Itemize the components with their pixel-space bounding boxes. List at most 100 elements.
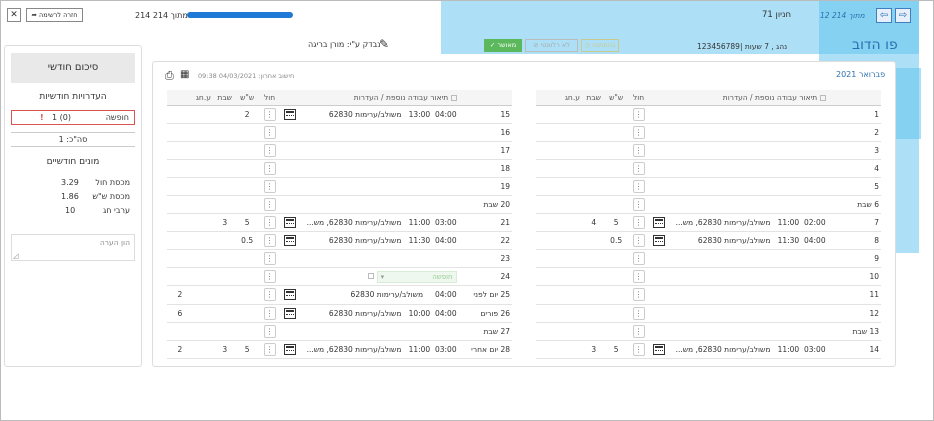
row-menu-button[interactable]: ⋮ [263, 252, 276, 266]
table-row[interactable]: 18 ⋮ [167, 159, 512, 178]
note-field[interactable]: הון הערה ◿ [11, 234, 135, 261]
close-button[interactable]: ✕ [7, 8, 21, 22]
row-hag [167, 213, 193, 233]
header-checkbox[interactable] [819, 94, 826, 101]
table-row[interactable]: 3 ⋮ [536, 141, 881, 160]
row-menu-button[interactable]: ⋮ [263, 216, 276, 230]
row-ss: 4 [583, 213, 605, 233]
calculator-icon[interactable] [283, 217, 296, 229]
vacation-row[interactable]: חופשה 1 (0) ! [11, 110, 135, 125]
table-row[interactable]: 2 ⋮ [536, 123, 881, 142]
row-menu-button[interactable]: ⋮ [263, 342, 276, 356]
next-record-button[interactable]: ⇨ [895, 8, 911, 23]
table-row[interactable]: 14 03:00 11:00 משולב/ערימות 62830, מש...… [536, 340, 881, 359]
row-hol [604, 267, 628, 287]
approve-button[interactable]: ✓ מאושר [484, 39, 522, 52]
row-menu-button[interactable]: ⋮ [632, 179, 645, 193]
row-menu-button[interactable]: ⋮ [263, 270, 276, 284]
row-menu-button[interactable]: ⋮ [263, 125, 276, 139]
not-relevant-button[interactable]: ⊘ לא רלוונטי [525, 39, 578, 52]
row-menu-button[interactable]: ⋮ [263, 198, 276, 212]
table-row[interactable]: 6 שבת ⋮ [536, 195, 881, 215]
calculator-icon[interactable] [652, 235, 665, 247]
calculator-icon[interactable] [283, 108, 296, 120]
row-hol [235, 267, 259, 287]
row-start: 04:00 [434, 109, 457, 119]
table-row[interactable]: 9 ⋮ [536, 249, 881, 269]
row-menu-button[interactable]: ⋮ [263, 324, 276, 338]
row-menu-button[interactable]: ⋮ [263, 234, 276, 248]
row-menu-button[interactable]: ⋮ [263, 161, 276, 175]
table-row[interactable]: 20 שבת ⋮ [167, 195, 512, 215]
row-menu-button[interactable]: ⋮ [632, 143, 645, 157]
row-menu-button[interactable]: ⋮ [632, 107, 645, 121]
row-menu-button[interactable]: ⋮ [632, 252, 645, 266]
calculator-icon[interactable] [283, 307, 296, 319]
header-checkbox[interactable] [450, 94, 457, 101]
table-row[interactable]: 4 ⋮ [536, 159, 881, 178]
row-menu-button[interactable]: ⋮ [632, 288, 645, 302]
table-row[interactable]: 7 02:00 11:00 משולב/ערימות 62830, מש... ⋮… [536, 213, 881, 233]
table-row[interactable]: 27 שבת ⋮ [167, 322, 512, 341]
table-row[interactable]: 1 ⋮ [536, 105, 881, 124]
table-row[interactable]: 10 ⋮ [536, 267, 881, 287]
row-menu-button[interactable]: ⋮ [632, 161, 645, 175]
row-menu-button[interactable]: ⋮ [632, 125, 645, 139]
resize-handle-icon[interactable]: ◿ [13, 252, 18, 260]
row-shabat [192, 322, 215, 341]
absences-total: סה"כ: 1 [11, 132, 135, 147]
table-row[interactable]: 17 ⋮ [167, 141, 512, 160]
window-title: 71 חניון [762, 10, 792, 20]
header-spacer [649, 90, 669, 106]
table-row[interactable]: 28 יום אחרי 03:00 11:00 משולב/ערימות 6283… [167, 340, 512, 359]
calculator-icon[interactable] [283, 289, 296, 301]
row-menu-button[interactable]: ⋮ [632, 198, 645, 212]
table-row[interactable]: 13 שבת ⋮ [536, 322, 881, 341]
calculator-icon[interactable] [652, 217, 665, 229]
absence-dropdown[interactable]: ▾ חופשה [376, 270, 457, 283]
row-day: 23 [500, 254, 510, 264]
approve-label: מאושר [497, 41, 517, 49]
row-shabat [561, 123, 584, 142]
back-to-list-button[interactable]: ➦ חזרה לרשימה [26, 8, 83, 22]
row-menu-button[interactable]: ⋮ [632, 342, 645, 356]
table-row[interactable]: 8 04:00 11:30 משולב/ערימות 62830 ⋮ 0.5 [536, 231, 881, 251]
row-ss [583, 123, 605, 142]
table-row[interactable]: 15 04:00 13:00 משולב/ערימות 62830 ⋮ 2 [167, 105, 512, 124]
row-ss: 3 [214, 340, 236, 359]
row-day: 6 [874, 200, 879, 210]
row-menu-button[interactable]: ⋮ [632, 216, 645, 230]
table-row[interactable]: 11 ⋮ [536, 285, 881, 305]
table-row[interactable]: 19 ⋮ [167, 177, 512, 196]
table-row[interactable]: 26 פורים 04:00 10:00 משולב/ערימות 62830 ⋮ 6 [167, 304, 512, 323]
header-shabat: שבת [214, 90, 236, 106]
calculator-icon[interactable] [652, 343, 665, 355]
row-menu-button[interactable]: ⋮ [632, 270, 645, 284]
pending-button[interactable]: ◷ בהמתנה [581, 39, 619, 52]
row-checkbox[interactable] [368, 272, 375, 279]
row-menu-button[interactable]: ⋮ [263, 107, 276, 121]
calculator-icon[interactable] [283, 235, 296, 247]
row-shabat [561, 105, 584, 124]
table-row[interactable]: 5 ⋮ [536, 177, 881, 196]
print-icon[interactable]: ⎙ [165, 69, 174, 83]
row-menu-button[interactable]: ⋮ [263, 288, 276, 302]
calendar-icon[interactable]: ▦ [180, 69, 189, 80]
table-row[interactable]: 16 ⋮ [167, 123, 512, 142]
row-ss [583, 159, 605, 178]
row-menu-button[interactable]: ⋮ [632, 324, 645, 338]
table-row[interactable]: 12 ⋮ [536, 304, 881, 323]
table-row[interactable]: 25 יום לפני 04:00 משולב/ערימות 62830 ⋮ 2 [167, 285, 512, 305]
table-row[interactable]: 24 ▾ חופשה ⋮ [167, 267, 512, 287]
row-menu-button[interactable]: ⋮ [263, 179, 276, 193]
edit-signature-icon[interactable]: ✎ [379, 37, 395, 51]
row-menu-button[interactable]: ⋮ [263, 306, 276, 320]
prev-record-button[interactable]: ⇦ [876, 8, 892, 23]
table-row[interactable]: 23 ⋮ [167, 249, 512, 269]
table-row[interactable]: 21 03:00 11:00 משולב/ערימות 62830, מש...… [167, 213, 512, 233]
row-menu-button[interactable]: ⋮ [632, 306, 645, 320]
row-menu-button[interactable]: ⋮ [263, 143, 276, 157]
table-row[interactable]: 22 04:00 11:30 משולב/ערימות 62830 ⋮ 0.5 [167, 231, 512, 251]
row-menu-button[interactable]: ⋮ [632, 234, 645, 248]
calculator-icon[interactable] [283, 343, 296, 355]
